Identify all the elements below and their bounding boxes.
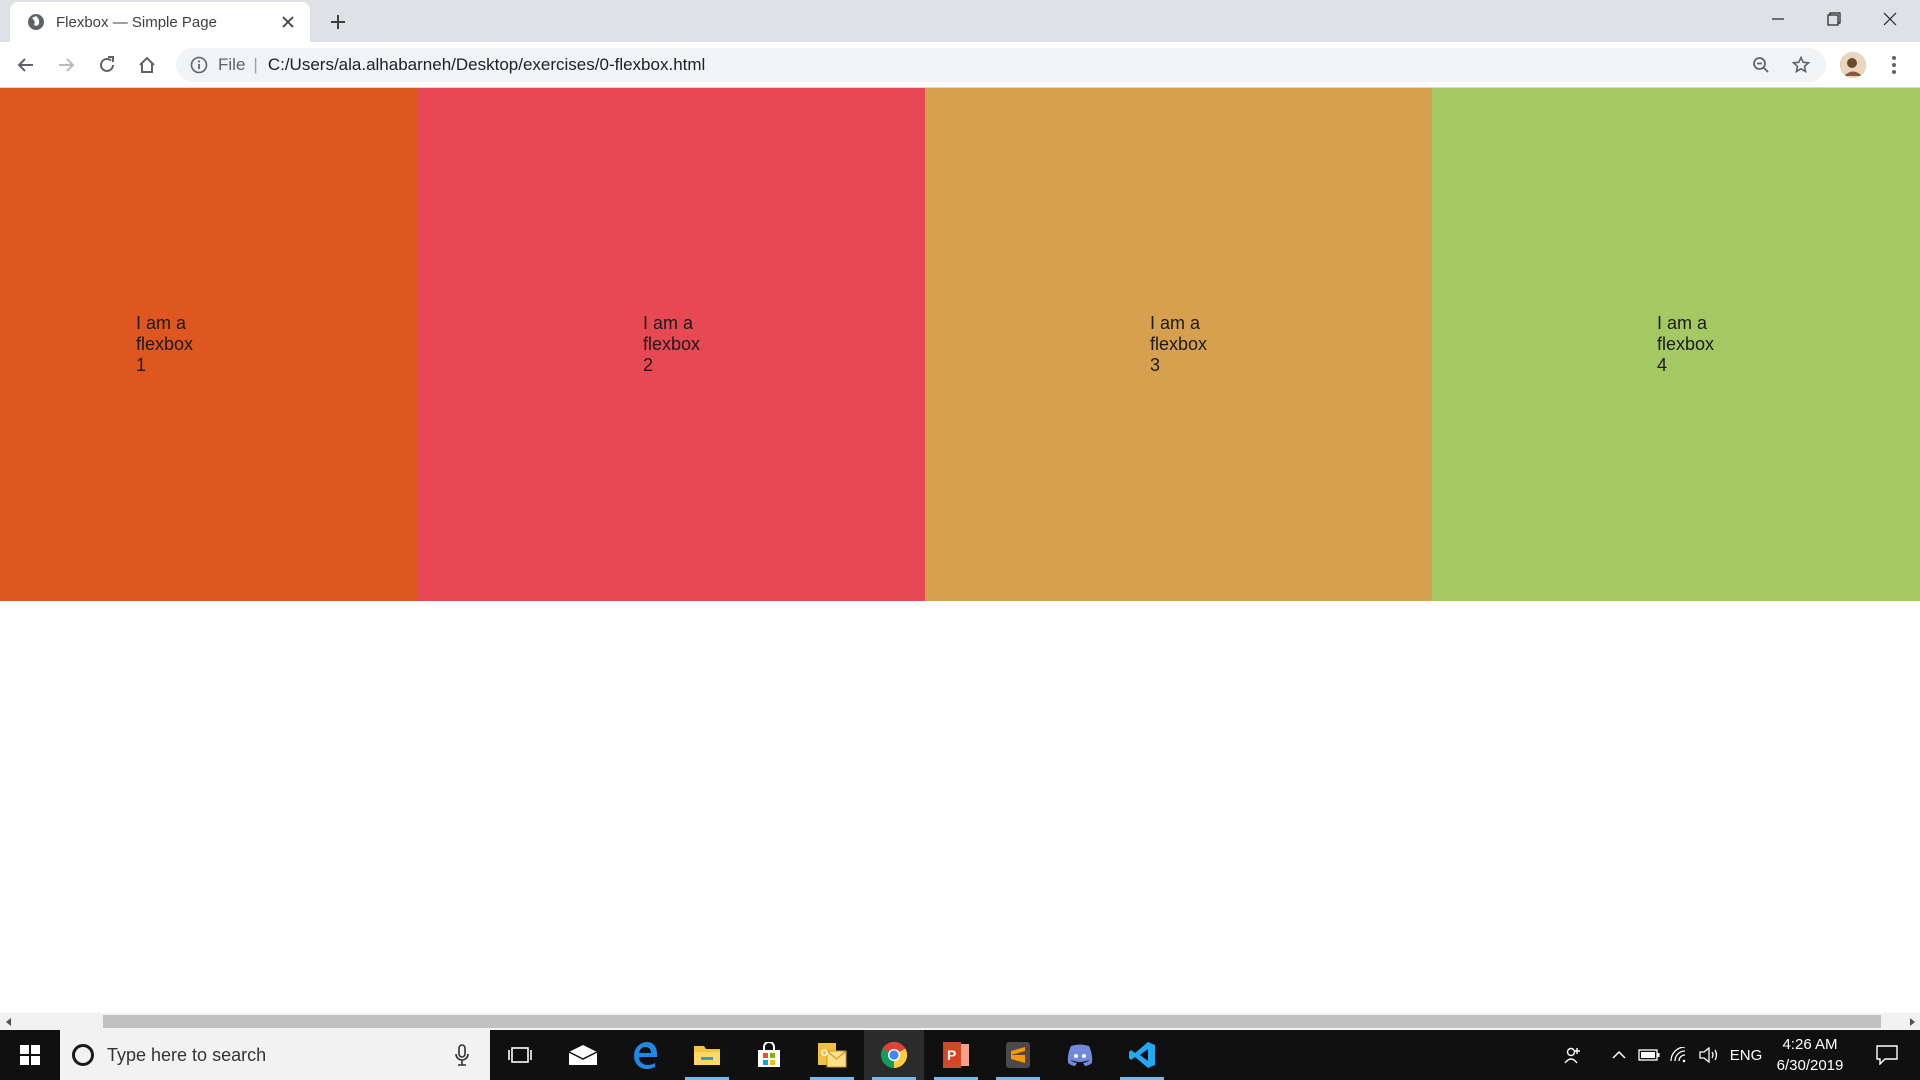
new-tab-button[interactable] [324,8,352,36]
outlook-mail-icon[interactable]: O [802,1030,862,1080]
forward-arrow-icon[interactable] [50,49,82,81]
flexbox-2: I am a flexbox 2 [418,88,925,601]
clock-date: 6/30/2019 [1776,1057,1844,1074]
flexbox-2-line2: flexbox [643,334,701,354]
discord-icon[interactable] [1050,1030,1110,1080]
flexbox-4-line3: 4 [1657,355,1668,375]
edge-browser-icon[interactable] [615,1030,675,1080]
search-placeholder: Type here to search [107,1044,267,1065]
browser-tab[interactable]: Flexbox — Simple Page [10,2,310,42]
sublime-text-icon[interactable] [988,1030,1048,1080]
flex-container: I am a flexbox 1 I am a flexbox 2 I am a… [0,88,1920,601]
flexbox-2-line3: 2 [643,355,654,375]
zoom-icon[interactable] [1748,52,1774,78]
scroll-right-icon[interactable] [1903,1013,1920,1030]
powerpoint-icon[interactable]: P [926,1030,986,1080]
svg-text:O: O [821,1048,828,1058]
mail-icon[interactable] [553,1030,613,1080]
windows-start-icon[interactable] [0,1030,60,1080]
page-viewport: I am a flexbox 1 I am a flexbox 2 I am a… [0,88,1920,1013]
store-icon[interactable] [739,1030,799,1080]
close-window-button[interactable] [1862,0,1918,38]
flexbox-4-line2: flexbox [1657,334,1715,354]
scrollbar-thumb[interactable] [103,1015,1881,1028]
notification-center-icon[interactable] [1862,1030,1912,1080]
flexbox-1: I am a flexbox 1 [0,88,418,601]
url-text[interactable]: C:/Users/ala.alhabarneh/Desktop/exercise… [268,55,705,75]
flexbox-1-line1: I am a [136,313,187,333]
flexbox-label-3: I am a flexbox 3 [1150,313,1220,376]
scroll-left-icon[interactable] [0,1013,17,1030]
reload-icon[interactable] [91,49,123,81]
language-indicator[interactable]: ENG [1728,1030,1764,1080]
windows-taskbar: Type here to search O P ENG 4:26 AM 6/30… [0,1030,1920,1080]
address-bar[interactable]: File | C:/Users/ala.alhabarneh/Desktop/e… [176,48,1826,82]
flexbox-4-line1: I am a [1657,313,1708,333]
profile-avatar[interactable] [1840,52,1866,78]
svg-text:P: P [947,1047,956,1063]
flexbox-4: I am a flexbox 4 [1432,88,1920,601]
battery-icon[interactable] [1636,1030,1662,1080]
url-separator: | [253,55,258,74]
bookmark-star-icon[interactable] [1788,52,1814,78]
minimize-button[interactable] [1750,0,1806,38]
task-view-icon[interactable] [490,1030,550,1080]
flexbox-1-line3: 1 [136,355,147,375]
horizontal-scrollbar[interactable] [0,1013,1920,1030]
flexbox-2-line1: I am a [643,313,694,333]
vscode-icon[interactable] [1112,1030,1172,1080]
url-scheme-label: File [218,55,246,74]
chevron-up-icon[interactable] [1608,1030,1630,1080]
people-icon[interactable] [1558,1030,1588,1080]
more-menu-icon[interactable] [1880,51,1908,79]
clock-time: 4:26 AM [1782,1036,1838,1053]
back-arrow-icon[interactable] [10,49,42,81]
flexbox-3-line1: I am a [1150,313,1201,333]
browser-toolbar: File | C:/Users/ala.alhabarneh/Desktop/e… [0,42,1920,88]
flexbox-label-4: I am a flexbox 4 [1657,313,1727,376]
flexbox-3-line3: 3 [1150,355,1161,375]
system-clock[interactable]: 4:26 AM 6/30/2019 [1765,1034,1855,1076]
flexbox-label-2: I am a flexbox 2 [643,313,713,376]
restore-button[interactable] [1806,0,1862,38]
file-explorer-icon[interactable] [677,1030,737,1080]
taskbar-search-box[interactable]: Type here to search [60,1030,490,1080]
home-icon[interactable] [131,49,163,81]
globe-icon [26,12,46,32]
volume-icon[interactable] [1696,1030,1724,1080]
wifi-icon[interactable] [1666,1030,1692,1080]
flexbox-3: I am a flexbox 3 [925,88,1432,601]
microphone-icon[interactable] [450,1040,474,1070]
info-icon[interactable] [188,54,210,76]
chrome-icon[interactable] [864,1030,924,1080]
flexbox-label-1: I am a flexbox 1 [136,313,206,376]
tab-title: Flexbox — Simple Page [56,13,217,31]
flexbox-1-line2: flexbox [136,334,194,354]
flexbox-3-line2: flexbox [1150,334,1208,354]
cortana-icon [72,1044,94,1066]
close-tab-icon[interactable] [278,12,298,32]
tab-strip: Flexbox — Simple Page [0,0,1920,42]
